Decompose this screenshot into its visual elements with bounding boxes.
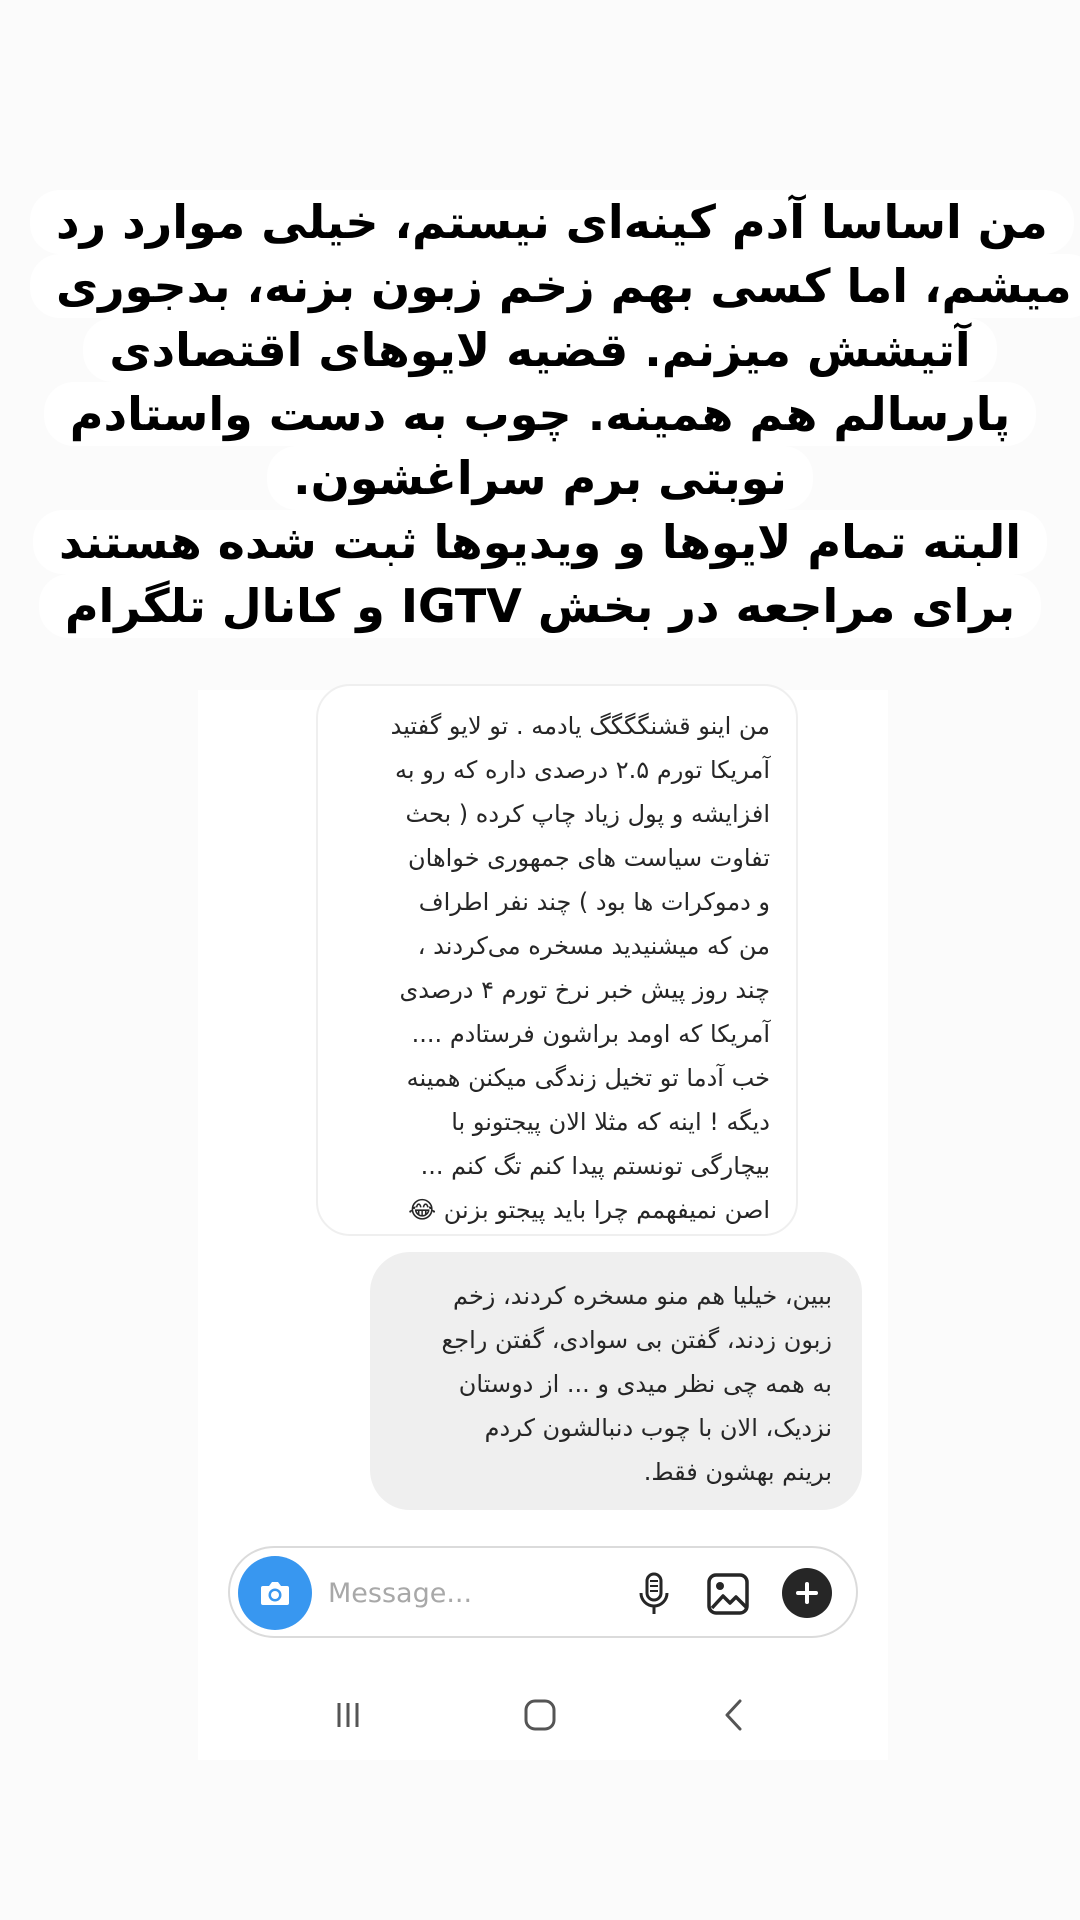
message-text-line: اصن نمیفهمم چرا باید پیجتو بزنن 😂 (408, 1196, 770, 1224)
caption-line: برای مراجعه در بخش IGTV و کانال تلگرام (38, 574, 1042, 638)
message-text-line: آمریکا تورم ۲.۵ درصدی داره که رو به (395, 756, 770, 784)
message-text-line: و دموکرات ها بود ) چند نفر اطراف (418, 888, 770, 916)
message-text-line: افزایشه و پول زیاد چاپ کرده ( بحث (405, 800, 770, 828)
camera-icon (261, 1582, 289, 1605)
message-text-line: بیچارگی تونستم پیدا کنم تگ کنم ... (420, 1152, 770, 1180)
plus-icon (796, 1582, 818, 1604)
message-text-line: من اینو قشنگگگگ یادمه . تو لایو گفتید (390, 712, 770, 740)
message-text-line: زبون زدند، گفتن بی سوادی، گفتن راجع (441, 1326, 832, 1354)
back-icon (725, 1699, 742, 1731)
message-text-line: تفاوت سیاست های جمهوری خواهان (408, 844, 770, 872)
message-text-line: آمریکا که اومد براشون فرستادم .... (411, 1020, 770, 1048)
message-text-line: برینم بهشون فقط. (643, 1458, 832, 1486)
incoming-message-bubble[interactable]: من اینو قشنگگگگ یادمه . تو لایو گفتید آم… (316, 684, 798, 1236)
message-text-line: نزدیک، الان با چوب دنبالشون کردم (484, 1414, 832, 1442)
message-composer (228, 1546, 858, 1638)
caption-line: پارسالم هم همینه. چوب به دست واستادم (43, 382, 1037, 446)
message-text-line: دیگه ! اینه که مثلا الان پیجتونو با (451, 1108, 770, 1136)
message-text-line: من که میشنیدید مسخره می‌کردند ، (417, 932, 770, 960)
message-text-line: ببین، خیلیا هم منو مسخره کردند، زخم (452, 1282, 832, 1310)
back-button[interactable] (704, 1690, 764, 1740)
recent-apps-icon (337, 1703, 359, 1727)
home-button[interactable] (510, 1690, 570, 1740)
microphone-button[interactable] (630, 1570, 678, 1618)
image-gallery-icon (707, 1573, 749, 1615)
message-text-line: چند روز پیش خبر نرخ تورم ۴ درصدی (399, 976, 770, 1004)
caption-line: آتیشش میزنم. قضیه لایوهای اقتصادی (83, 318, 997, 382)
recent-apps-button[interactable] (318, 1690, 378, 1740)
camera-button[interactable] (238, 1556, 312, 1630)
more-options-button[interactable] (782, 1568, 832, 1618)
outgoing-message-bubble[interactable]: ببین، خیلیا هم منو مسخره کردند، زخم زبون… (370, 1252, 862, 1510)
message-input[interactable] (328, 1570, 628, 1616)
caption-line: نوبتی برم سراغشون. (267, 446, 813, 510)
story-caption: من اساسا آدم کینه‌ای نیستم، خیلی موارد ر… (30, 190, 1080, 638)
caption-line: من اساسا آدم کینه‌ای نیستم، خیلی موارد ر… (30, 190, 1074, 254)
home-icon (524, 1699, 556, 1731)
message-text-line: خب آدما تو تخیل زندگی میکنن همینه (406, 1064, 770, 1092)
microphone-icon (639, 1572, 669, 1614)
gallery-button[interactable] (704, 1570, 752, 1618)
message-text-line: به همه چی نظر میدی و ... از دوستان (458, 1370, 832, 1398)
caption-line: میشم، اما کسی بهم زخم زبون بزنه، بدجوری (30, 254, 1080, 318)
caption-line: البته تمام لایوها و ویدیوها ثبت شده هستن… (32, 510, 1048, 574)
